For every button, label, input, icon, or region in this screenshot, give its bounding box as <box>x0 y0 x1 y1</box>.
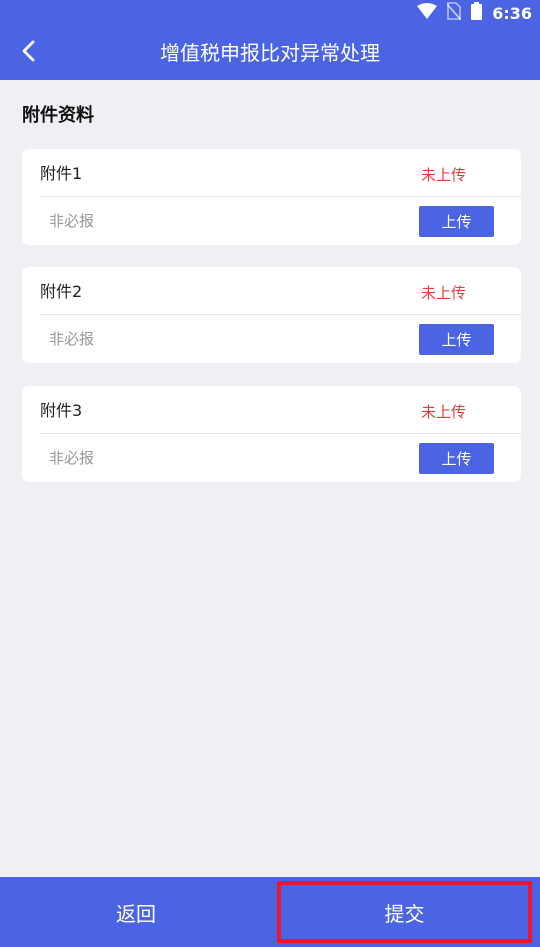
upload-button[interactable]: 上传 <box>419 443 494 474</box>
status-icons: 6:36 <box>417 2 532 24</box>
status-bar: 6:36 <box>0 0 540 26</box>
attachment-name: 附件3 <box>40 401 83 420</box>
upload-button[interactable]: 上传 <box>419 206 494 237</box>
wifi-icon <box>417 3 438 23</box>
back-arrow-icon <box>20 39 36 67</box>
return-button[interactable]: 返回 <box>0 877 272 947</box>
upload-button[interactable]: 上传 <box>419 324 494 355</box>
section-title: 附件资料 <box>22 105 94 126</box>
requirement-label: 非必报 <box>49 212 95 230</box>
divider <box>40 314 521 315</box>
no-sim-icon <box>446 2 462 24</box>
requirement-label: 非必报 <box>49 330 95 348</box>
submit-button[interactable]: 提交 <box>277 881 532 943</box>
attachment-name: 附件1 <box>40 164 83 183</box>
bottom-bar: 返回 提交 <box>0 877 540 947</box>
attachment-card-1: 附件1 未上传 非必报 上传 <box>22 149 521 245</box>
requirement-label: 非必报 <box>49 449 95 467</box>
attachment-card-2: 附件2 未上传 非必报 上传 <box>22 267 521 363</box>
upload-status: 未上传 <box>421 403 467 421</box>
upload-status: 未上传 <box>421 284 467 302</box>
app-bar: 增值税申报比对异常处理 <box>0 26 540 80</box>
status-time: 6:36 <box>492 3 532 23</box>
battery-icon <box>471 2 483 24</box>
back-button[interactable] <box>8 32 48 74</box>
attachment-card-3: 附件3 未上传 非必报 上传 <box>22 386 521 482</box>
attachment-name: 附件2 <box>40 282 83 301</box>
upload-status: 未上传 <box>421 166 467 184</box>
divider <box>40 196 521 197</box>
page-title: 增值税申报比对异常处理 <box>160 41 380 65</box>
divider <box>40 433 521 434</box>
